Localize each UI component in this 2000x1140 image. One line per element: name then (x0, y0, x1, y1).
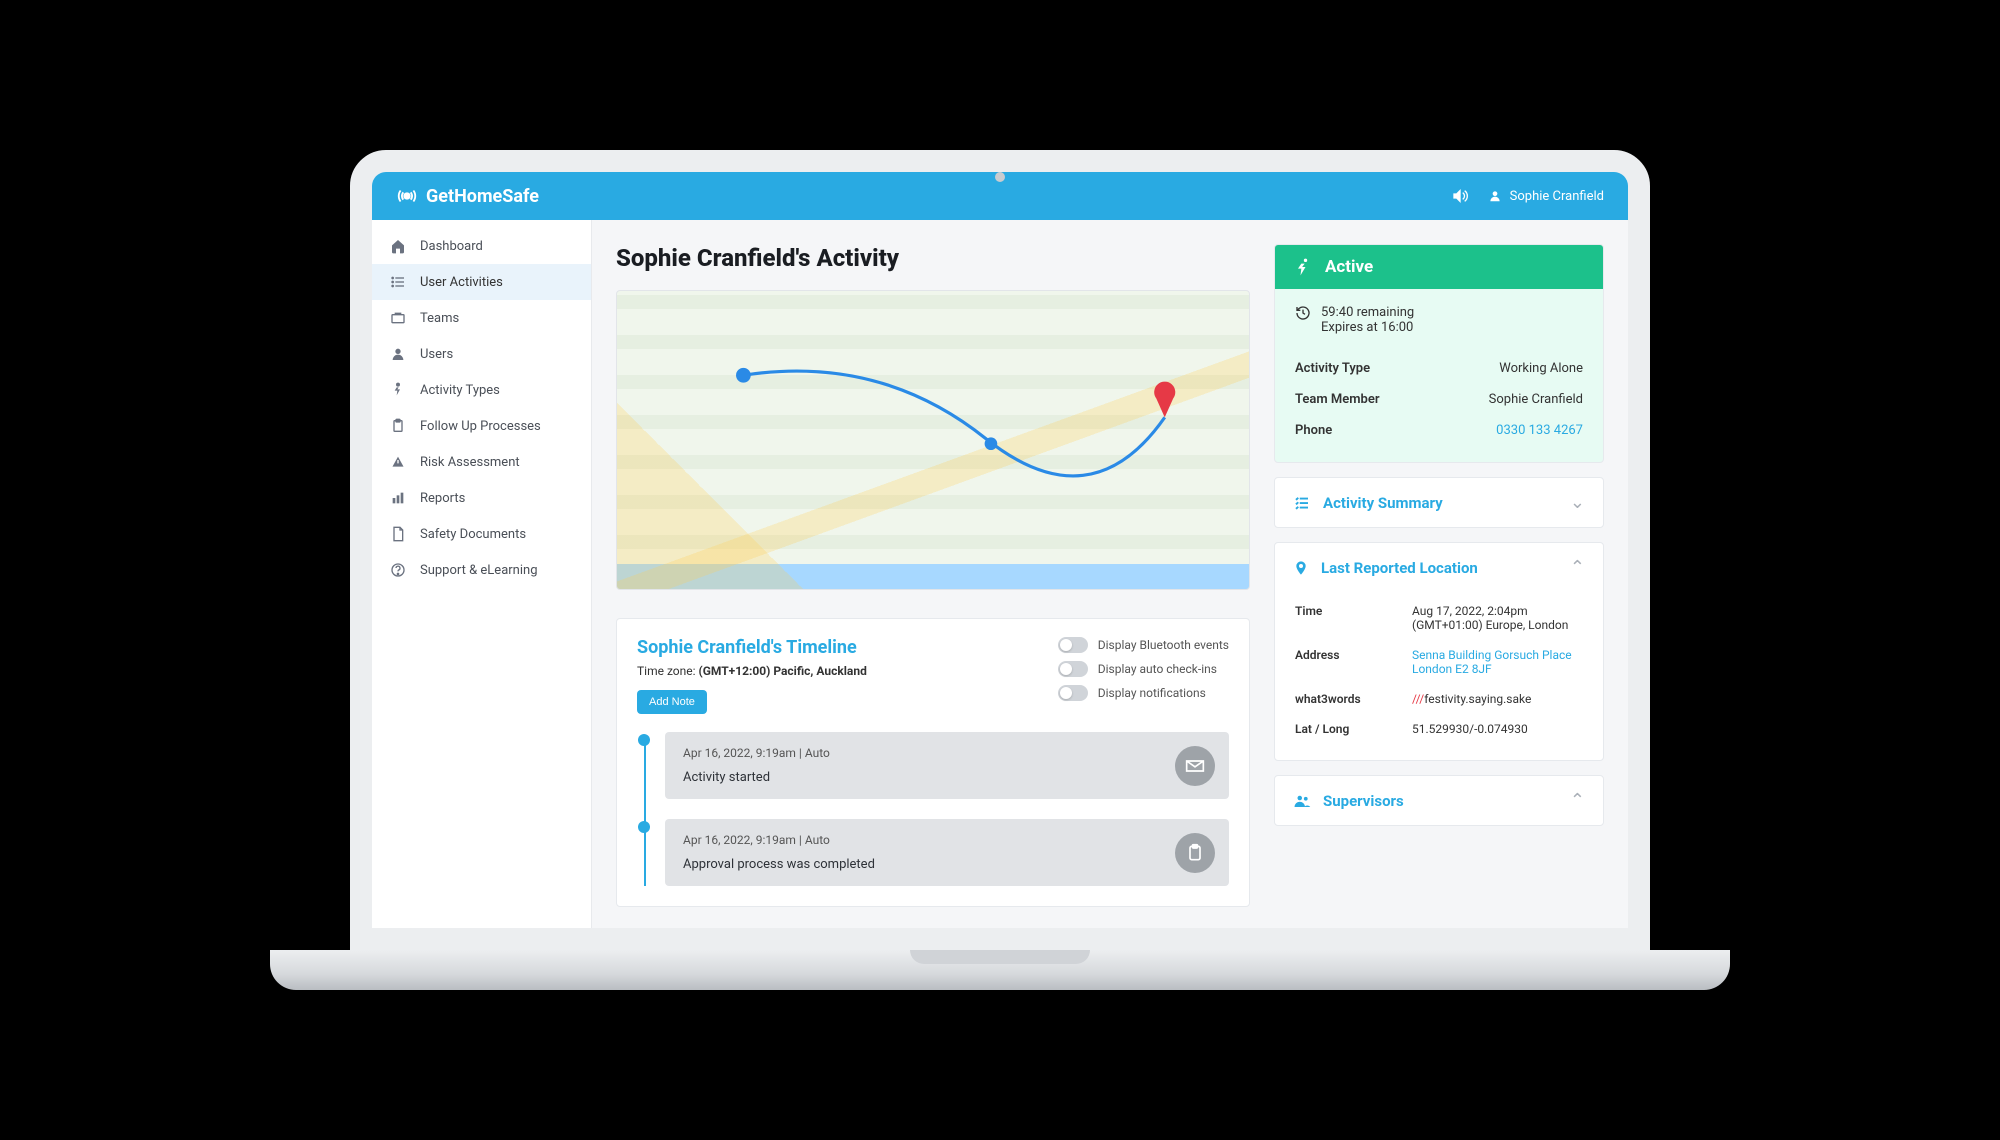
group-icon (1293, 792, 1311, 810)
status-activity-type: Activity Type Working Alone (1295, 353, 1583, 384)
section-title-text: Last Reported Location (1321, 559, 1478, 577)
section-title-text: Activity Summary (1323, 494, 1443, 512)
address-link[interactable]: Senna Building Gorsuch Place London E2 8… (1412, 648, 1583, 676)
help-icon (390, 562, 406, 578)
toggle-bluetooth-label: Display Bluetooth events (1098, 638, 1229, 652)
laptop-base (270, 950, 1730, 990)
location-time: Time Aug 17, 2022, 2:04pm (GMT+01:00) Eu… (1295, 596, 1583, 640)
timeline-dot (638, 734, 650, 746)
page-title: Sophie Cranfield's Activity (616, 244, 1250, 272)
volume-icon[interactable] (1452, 188, 1468, 204)
sidebar-item-followup[interactable]: Follow Up Processes (372, 408, 591, 444)
sidebar-item-activity-types[interactable]: Activity Types (372, 372, 591, 408)
user-icon (390, 346, 406, 362)
timeline-card[interactable]: Apr 16, 2022, 9:19am | Auto Approval pro… (665, 819, 1229, 886)
sidebar-item-user-activities[interactable]: User Activities (372, 264, 591, 300)
sidebar-item-dashboard[interactable]: Dashboard (372, 228, 591, 264)
sidebar-item-label: Safety Documents (420, 527, 526, 542)
clipboard-icon (390, 418, 406, 434)
timeline-meta: Apr 16, 2022, 9:19am | Auto (683, 746, 1211, 760)
timeline-panel: Sophie Cranfield's Timeline Time zone: (… (616, 618, 1250, 907)
user-icon (1488, 189, 1502, 203)
timeline-meta: Apr 16, 2022, 9:19am | Auto (683, 833, 1211, 847)
sidebar-item-label: User Activities (420, 275, 503, 290)
timeline-dot (638, 821, 650, 833)
laptop-camera (995, 172, 1005, 182)
status-card: Active 59:40 remaining Expires at 16:00 (1274, 244, 1604, 463)
timeline-card[interactable]: Apr 16, 2022, 9:19am | Auto Activity sta… (665, 732, 1229, 799)
sidebar-item-risk[interactable]: Risk Assessment (372, 444, 591, 480)
chevron-up-icon: ⌃ (1570, 790, 1585, 811)
sidebar-item-label: Follow Up Processes (420, 419, 541, 434)
checklist-icon (1293, 494, 1311, 512)
status-label: Active (1325, 257, 1373, 277)
sidebar: Dashboard User Activities Teams Users (372, 220, 592, 928)
clipboard-icon (1175, 833, 1215, 873)
sidebar-item-label: Activity Types (420, 383, 500, 398)
pin-icon (1293, 560, 1309, 576)
phone-link[interactable]: 0330 133 4267 (1496, 423, 1583, 438)
sidebar-item-label: Dashboard (420, 239, 483, 254)
location-latlong: Lat / Long 51.529930/-0.074930 (1295, 714, 1583, 744)
location-header[interactable]: Last Reported Location ⌃ (1275, 543, 1603, 592)
document-icon (390, 526, 406, 542)
sidebar-item-label: Risk Assessment (420, 455, 520, 470)
brand[interactable]: GetHomeSafe (396, 185, 539, 207)
toggle-bluetooth[interactable] (1058, 637, 1088, 653)
location-w3w: what3words ///festivity.saying.sake (1295, 684, 1583, 714)
user-name: Sophie Cranfield (1510, 189, 1604, 204)
chevron-down-icon: ⌄ (1570, 492, 1585, 513)
status-header: Active (1275, 245, 1603, 289)
user-menu[interactable]: Sophie Cranfield (1488, 189, 1604, 204)
location-panel: Last Reported Location ⌃ Time Aug 17, 20… (1274, 542, 1604, 761)
activity-icon (390, 382, 406, 398)
teams-icon (390, 310, 406, 326)
toggle-notifications-label: Display notifications (1098, 686, 1206, 700)
sidebar-item-users[interactable]: Users (372, 336, 591, 372)
brand-icon (396, 185, 418, 207)
list-icon (390, 274, 406, 290)
sidebar-item-label: Teams (420, 311, 459, 326)
sidebar-item-teams[interactable]: Teams (372, 300, 591, 336)
mail-icon (1175, 746, 1215, 786)
section-title-text: Supervisors (1323, 792, 1404, 810)
sidebar-item-safety-docs[interactable]: Safety Documents (372, 516, 591, 552)
status-remaining: 59:40 remaining Expires at 16:00 (1295, 305, 1583, 335)
timeline-text: Activity started (683, 770, 1211, 785)
warning-icon (390, 454, 406, 470)
home-icon (390, 238, 406, 254)
sidebar-item-reports[interactable]: Reports (372, 480, 591, 516)
status-team-member: Team Member Sophie Cranfield (1295, 384, 1583, 415)
sidebar-item-label: Users (420, 347, 453, 362)
activity-summary-panel: Activity Summary ⌄ (1274, 477, 1604, 528)
timeline-text: Approval process was completed (683, 857, 1211, 872)
supervisors-panel: Supervisors ⌃ (1274, 775, 1604, 826)
brand-name: GetHomeSafe (426, 186, 539, 207)
sidebar-item-label: Reports (420, 491, 465, 506)
history-icon (1295, 305, 1311, 321)
chart-icon (390, 490, 406, 506)
status-phone: Phone 0330 133 4267 (1295, 415, 1583, 446)
toggle-checkins-label: Display auto check-ins (1098, 662, 1217, 676)
timeline-timezone: Time zone: (GMT+12:00) Pacific, Auckland (637, 664, 867, 678)
running-icon (1293, 257, 1313, 277)
activity-summary-header[interactable]: Activity Summary ⌄ (1275, 478, 1603, 527)
sidebar-item-label: Support & eLearning (420, 563, 538, 578)
add-note-button[interactable]: Add Note (637, 690, 707, 714)
chevron-up-icon: ⌃ (1570, 557, 1585, 578)
timeline-title: Sophie Cranfield's Timeline (637, 637, 867, 658)
activity-map[interactable] (616, 290, 1250, 590)
sidebar-item-support[interactable]: Support & eLearning (372, 552, 591, 588)
toggle-notifications[interactable] (1058, 685, 1088, 701)
timeline-item: Apr 16, 2022, 9:19am | Auto Approval pro… (665, 819, 1229, 886)
timeline-item: Apr 16, 2022, 9:19am | Auto Activity sta… (665, 732, 1229, 799)
location-address: Address Senna Building Gorsuch Place Lon… (1295, 640, 1583, 684)
supervisors-header[interactable]: Supervisors ⌃ (1275, 776, 1603, 825)
toggle-checkins[interactable] (1058, 661, 1088, 677)
